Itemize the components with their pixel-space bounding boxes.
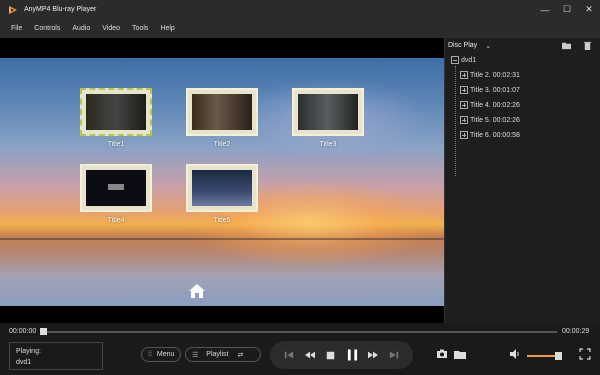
minimize-icon[interactable]: — [534, 0, 556, 19]
now-playing-box: Playing: dvd1 [9, 342, 103, 370]
menu-tools[interactable]: Tools [132, 25, 148, 32]
playlist-button[interactable]: ☰ Playlist ⇄ [185, 347, 261, 362]
app-title: AnyMP4 Blu-ray Player [24, 6, 97, 13]
thumbnail-image [86, 170, 146, 206]
thumbnail-frame [186, 164, 258, 212]
tree-item-label: Title 2. 00:02:31 [470, 71, 520, 79]
title-label: Title1 [107, 141, 125, 148]
shuffle-icon[interactable]: ⇄ [237, 351, 243, 359]
thumbnail-image [86, 94, 146, 130]
app-logo-icon [9, 5, 17, 14]
title-label: Title2 [213, 141, 231, 148]
list-icon: ☰ [192, 351, 199, 359]
title-label: Title3 [319, 141, 337, 148]
tree-root-label: dvd1 [461, 56, 477, 64]
tree-root-dvd1[interactable]: dvd1 [451, 56, 476, 64]
logo-mark [108, 184, 124, 190]
next-icon[interactable] [388, 349, 400, 361]
playlist-button-label: Playlist [206, 351, 229, 358]
maximize-icon[interactable]: ☐ [556, 0, 578, 19]
collapse-icon[interactable] [451, 56, 459, 64]
controls-row: Playing: dvd1 ⁞⁞ Menu ☰ Playlist ⇄ [0, 340, 600, 375]
volume-handle[interactable] [555, 352, 562, 360]
progress-row: 00:00:00 00:00:29 [0, 323, 600, 340]
home-icon[interactable] [189, 284, 205, 298]
menu-video[interactable]: Video [102, 25, 120, 32]
title-label: Title5 [213, 217, 231, 224]
menu-controls[interactable]: Controls [34, 25, 60, 32]
stop-icon[interactable] [325, 349, 337, 361]
title-label: Title4 [107, 217, 125, 224]
menu-bar: File Controls Audio Video Tools Help [0, 19, 600, 38]
panel-title[interactable]: Disc Play [448, 42, 477, 49]
tree-item-label: Title 3. 00:01:07 [470, 86, 520, 94]
thumbnail-image [192, 170, 252, 206]
fast-forward-icon[interactable] [367, 349, 379, 361]
expand-icon[interactable] [460, 116, 468, 124]
expand-icon[interactable] [460, 71, 468, 79]
transport-controls [270, 341, 413, 369]
horizon-line [0, 238, 444, 240]
trash-icon[interactable] [583, 41, 592, 50]
seek-bar[interactable] [42, 331, 557, 333]
rewind-icon[interactable] [304, 349, 316, 361]
expand-icon[interactable] [460, 101, 468, 109]
tree-item[interactable]: Title 3. 00:01:07 [460, 86, 520, 94]
folder-open-icon[interactable] [562, 41, 571, 50]
tree-item[interactable]: Title 5. 00:02:26 [460, 116, 520, 124]
thumbnail-frame [80, 88, 152, 136]
snapshot-camera-icon[interactable] [436, 348, 448, 360]
folder-icon[interactable] [454, 348, 466, 360]
menu-button-label: Menu [156, 351, 175, 358]
total-time: 00:00:29 [562, 328, 590, 335]
volume-slider-fill [527, 355, 555, 357]
seek-handle[interactable] [40, 328, 47, 335]
disc-play-panel: Disc Play ⌄ dvd1 Title 2. 00:02:31 Title… [444, 38, 600, 323]
tree-item-label: Title 4. 00:02:26 [470, 101, 520, 109]
expand-icon[interactable] [460, 86, 468, 94]
menu-help[interactable]: Help [160, 25, 174, 32]
tree-item-label: Title 6. 00:00:58 [470, 131, 520, 139]
title-thumbnail-2[interactable]: Title2 [186, 88, 258, 148]
tree-item[interactable]: Title 2. 00:02:31 [460, 71, 520, 79]
tree-item[interactable]: Title 4. 00:02:26 [460, 101, 520, 109]
title-thumbnail-3[interactable]: Title3 [292, 88, 364, 148]
playing-value: dvd1 [16, 359, 32, 366]
previous-icon[interactable] [283, 349, 295, 361]
grid-dots-icon: ⁞⁞ [148, 351, 152, 358]
chevron-down-icon[interactable]: ⌄ [485, 42, 491, 50]
thumbnail-image [298, 94, 358, 130]
disc-menu-background: Title1 Title2 Title3 Title4 Title5 [0, 58, 444, 306]
close-icon[interactable]: ✕ [578, 0, 600, 19]
thumbnail-image [192, 94, 252, 130]
menu-button[interactable]: ⁞⁞ Menu [141, 347, 182, 362]
thumbnail-frame [80, 164, 152, 212]
thumbnail-frame [186, 88, 258, 136]
video-area[interactable]: Title1 Title2 Title3 Title4 Title5 [0, 38, 444, 323]
title-thumbnail-5[interactable]: Title5 [186, 164, 258, 224]
tree-item-label: Title 5. 00:02:26 [470, 116, 520, 124]
menu-file[interactable]: File [11, 25, 22, 32]
elapsed-time: 00:00:00 [9, 328, 37, 335]
thumbnail-frame [292, 88, 364, 136]
title-thumbnail-1[interactable]: Title1 [80, 88, 152, 148]
tree-connector [455, 66, 456, 176]
menu-audio[interactable]: Audio [72, 25, 90, 32]
volume-icon[interactable] [509, 348, 521, 360]
expand-icon[interactable] [460, 131, 468, 139]
title-bar: AnyMP4 Blu-ray Player — ☐ ✕ [0, 0, 600, 19]
title-thumbnail-4[interactable]: Title4 [80, 164, 152, 224]
fullscreen-icon[interactable] [579, 348, 591, 360]
tree-item[interactable]: Title 6. 00:00:58 [460, 131, 520, 139]
pause-icon[interactable] [346, 349, 358, 361]
playing-label: Playing: [16, 348, 41, 355]
